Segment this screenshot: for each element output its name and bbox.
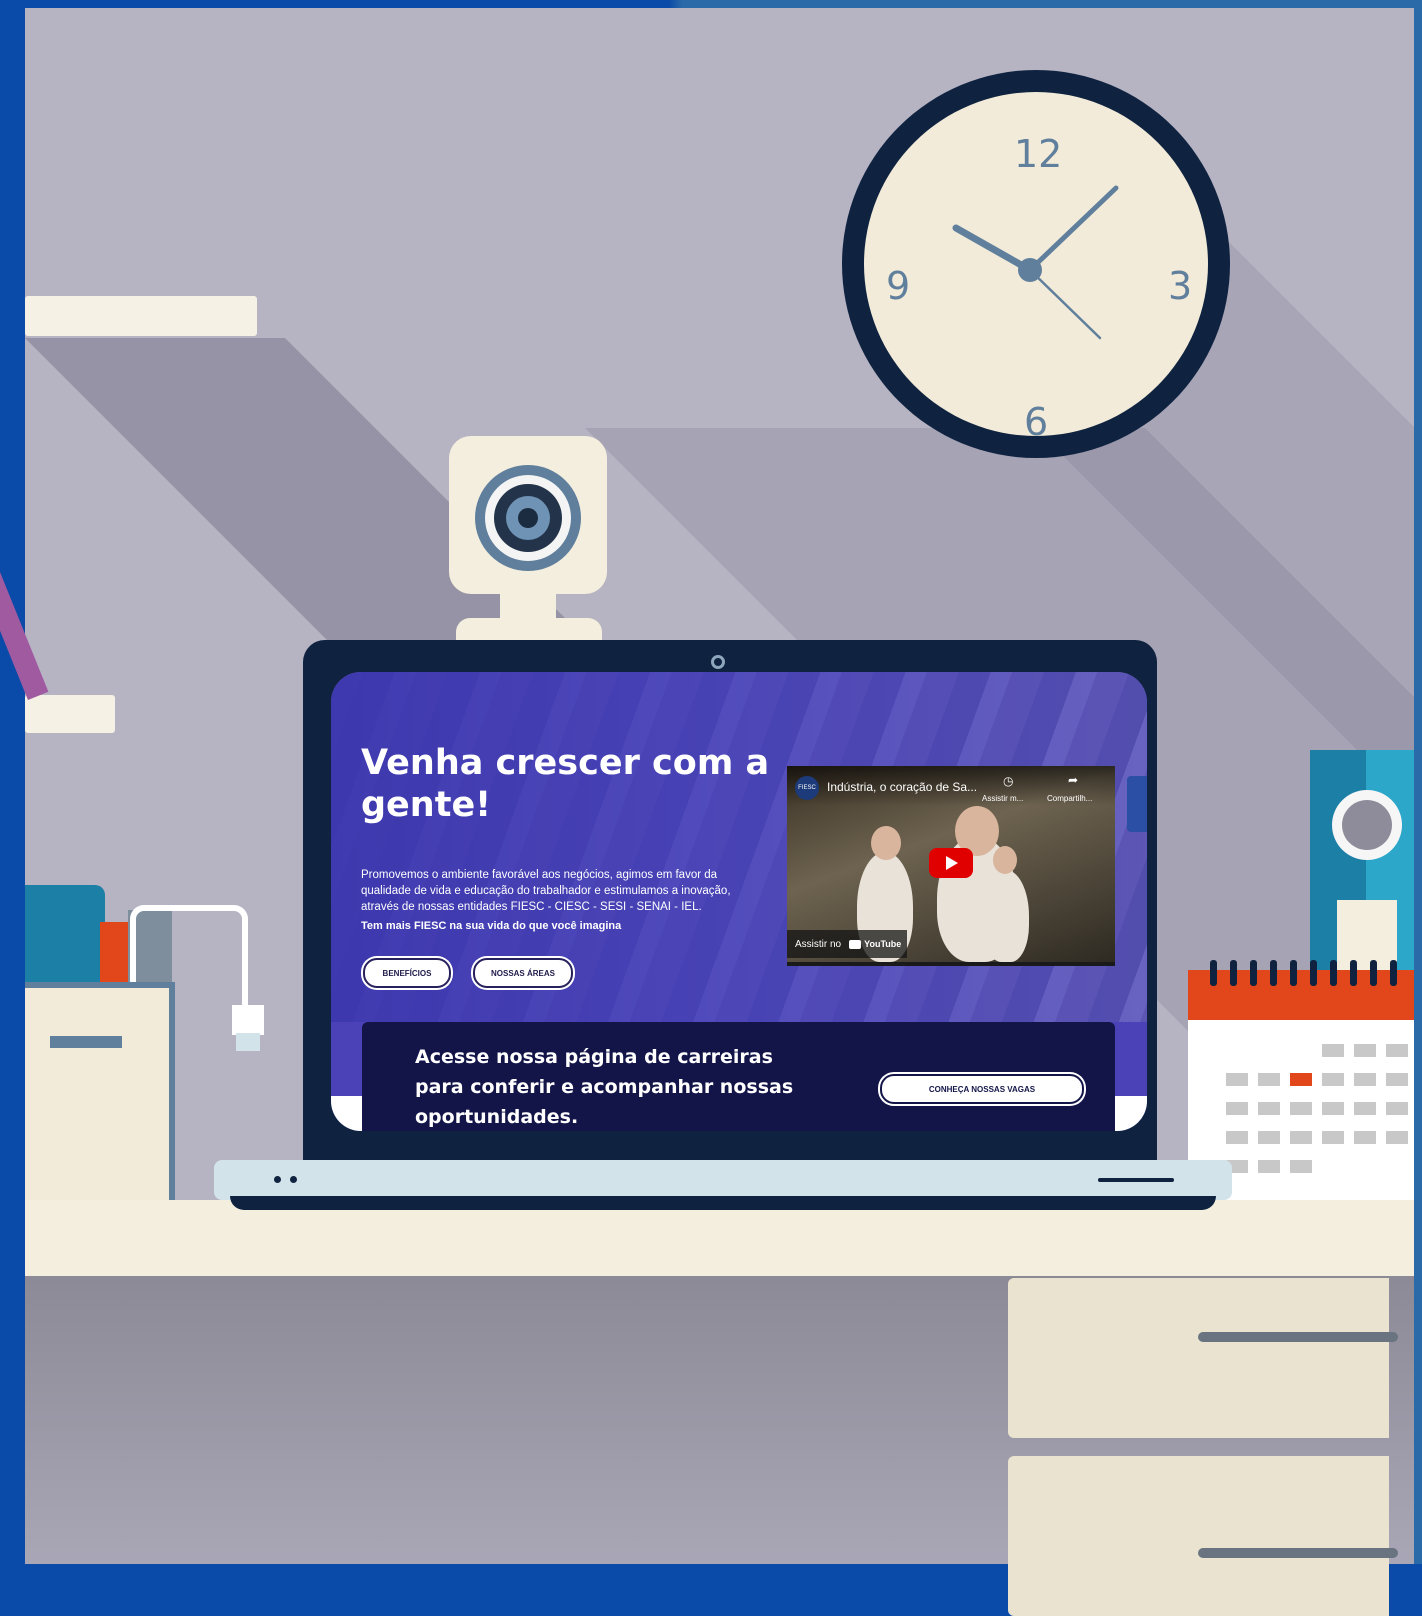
clock-hands xyxy=(952,185,1119,340)
webcam-lens-core xyxy=(518,508,538,528)
drawer-bottom xyxy=(1008,1456,1389,1616)
calendar-day xyxy=(1386,1131,1408,1144)
status-light xyxy=(290,1176,297,1183)
calendar-ring xyxy=(1250,960,1257,986)
calendar-day xyxy=(1322,1073,1344,1086)
share-icon[interactable]: ➦ xyxy=(1068,773,1078,787)
calendar-ring xyxy=(1350,960,1357,986)
illustration: 12 3 6 9 Venha crescer com a gente! Prom… xyxy=(0,0,1422,1616)
usb-plug xyxy=(232,1005,264,1035)
binder-ring-hole xyxy=(1342,800,1392,850)
calendar-ring xyxy=(1370,960,1377,986)
hero-section: Venha crescer com a gente! Promovemos o … xyxy=(331,672,1147,1022)
usb-tip xyxy=(236,1033,260,1051)
binder-label xyxy=(1337,900,1397,970)
drawer-handle-bottom xyxy=(1198,1548,1398,1558)
calendar-day xyxy=(1290,1131,1312,1144)
right-border xyxy=(1414,0,1422,1564)
careers-text: Acesse nossa página de carreiras para co… xyxy=(415,1046,794,1128)
laptop-base-bottom xyxy=(230,1196,1216,1210)
video-person-head xyxy=(993,846,1017,874)
calendar-day xyxy=(1354,1073,1376,1086)
calendar-day xyxy=(1226,1131,1248,1144)
calendar-day xyxy=(1386,1102,1408,1115)
calendar-ring xyxy=(1210,960,1217,986)
video-person-head xyxy=(871,826,901,860)
calendar-day xyxy=(1226,1102,1248,1115)
status-light xyxy=(274,1176,281,1183)
calendar-ring xyxy=(1310,960,1317,986)
calendar-ring xyxy=(1290,960,1297,986)
careers-card: Acesse nossa página de carreiras para co… xyxy=(362,1022,1115,1131)
calendar-day xyxy=(1386,1073,1408,1086)
calendar-day xyxy=(1290,1160,1312,1173)
calendar-day xyxy=(1386,1044,1408,1057)
laptop-notch xyxy=(1098,1178,1174,1182)
channel-avatar[interactable]: FIESC xyxy=(795,776,819,800)
accessibility-icon[interactable] xyxy=(1127,776,1147,832)
calendar-day xyxy=(1354,1102,1376,1115)
video-embed[interactable]: FIESC Indústria, o coração de Sa... ◷ As… xyxy=(787,766,1115,966)
calendar-header xyxy=(1188,970,1414,1020)
calendar-day xyxy=(1258,1073,1280,1086)
calendar-day xyxy=(1290,1102,1312,1115)
calendar-day xyxy=(1290,1073,1312,1086)
storage-box-slot xyxy=(50,1036,122,1048)
book-orange xyxy=(100,922,130,982)
upper-shelf xyxy=(25,296,257,336)
vacancies-button[interactable]: CONHEÇA NOSSAS VAGAS xyxy=(880,1074,1084,1104)
calendar-ring xyxy=(1230,960,1237,986)
calendar-ring xyxy=(1270,960,1277,986)
benefits-button[interactable]: BENEFÍCIOS xyxy=(363,958,451,988)
watch-on-youtube[interactable]: Assistir no YouTube xyxy=(787,930,907,958)
book-teal xyxy=(25,885,105,995)
calendar-day xyxy=(1226,1073,1248,1086)
laptop-screen: Venha crescer com a gente! Promovemos o … xyxy=(331,672,1147,1131)
top-border xyxy=(0,0,1422,8)
hero-tagline: Tem mais FIESC na sua vida do que você i… xyxy=(361,920,622,932)
share-label[interactable]: Compartilh... xyxy=(1047,794,1092,803)
watch-on-label: Assistir no xyxy=(795,938,842,950)
calendar-day xyxy=(1258,1160,1280,1173)
play-icon[interactable] xyxy=(929,848,973,878)
wall-clock: 12 3 6 9 xyxy=(842,70,1230,458)
youtube-label: YouTube xyxy=(864,939,902,949)
calendar-day xyxy=(1322,1102,1344,1115)
calendar-ring xyxy=(1390,960,1397,986)
laptop-base xyxy=(214,1160,1232,1200)
lower-shelf xyxy=(25,695,115,733)
youtube-icon xyxy=(849,939,862,949)
calendar-day xyxy=(1258,1102,1280,1115)
clock-face: 12 3 6 9 xyxy=(864,92,1208,444)
storage-box xyxy=(25,982,175,1212)
calendar-day xyxy=(1322,1044,1344,1057)
calendar-ring xyxy=(1330,960,1337,986)
calendar-day xyxy=(1258,1131,1280,1144)
calendar-day xyxy=(1322,1131,1344,1144)
desk-top xyxy=(25,1200,1414,1276)
drawer-top xyxy=(1008,1278,1389,1438)
hero-description: Promovemos o ambiente favorável aos negó… xyxy=(361,869,731,913)
calendar-day xyxy=(1354,1131,1376,1144)
watch-later-label[interactable]: Assistir m... xyxy=(982,794,1023,803)
video-person xyxy=(983,870,1029,962)
video-title[interactable]: Indústria, o coração de Sa... xyxy=(827,780,977,794)
areas-button[interactable]: NOSSAS ÁREAS xyxy=(473,958,573,988)
webcam-neck xyxy=(500,590,556,620)
calendar-day xyxy=(1354,1044,1376,1057)
hero-title: Venha crescer com a gente! xyxy=(361,743,770,825)
drawer-handle-top xyxy=(1198,1332,1398,1342)
laptop-camera xyxy=(711,655,725,669)
clock-icon[interactable]: ◷ xyxy=(1003,774,1013,788)
